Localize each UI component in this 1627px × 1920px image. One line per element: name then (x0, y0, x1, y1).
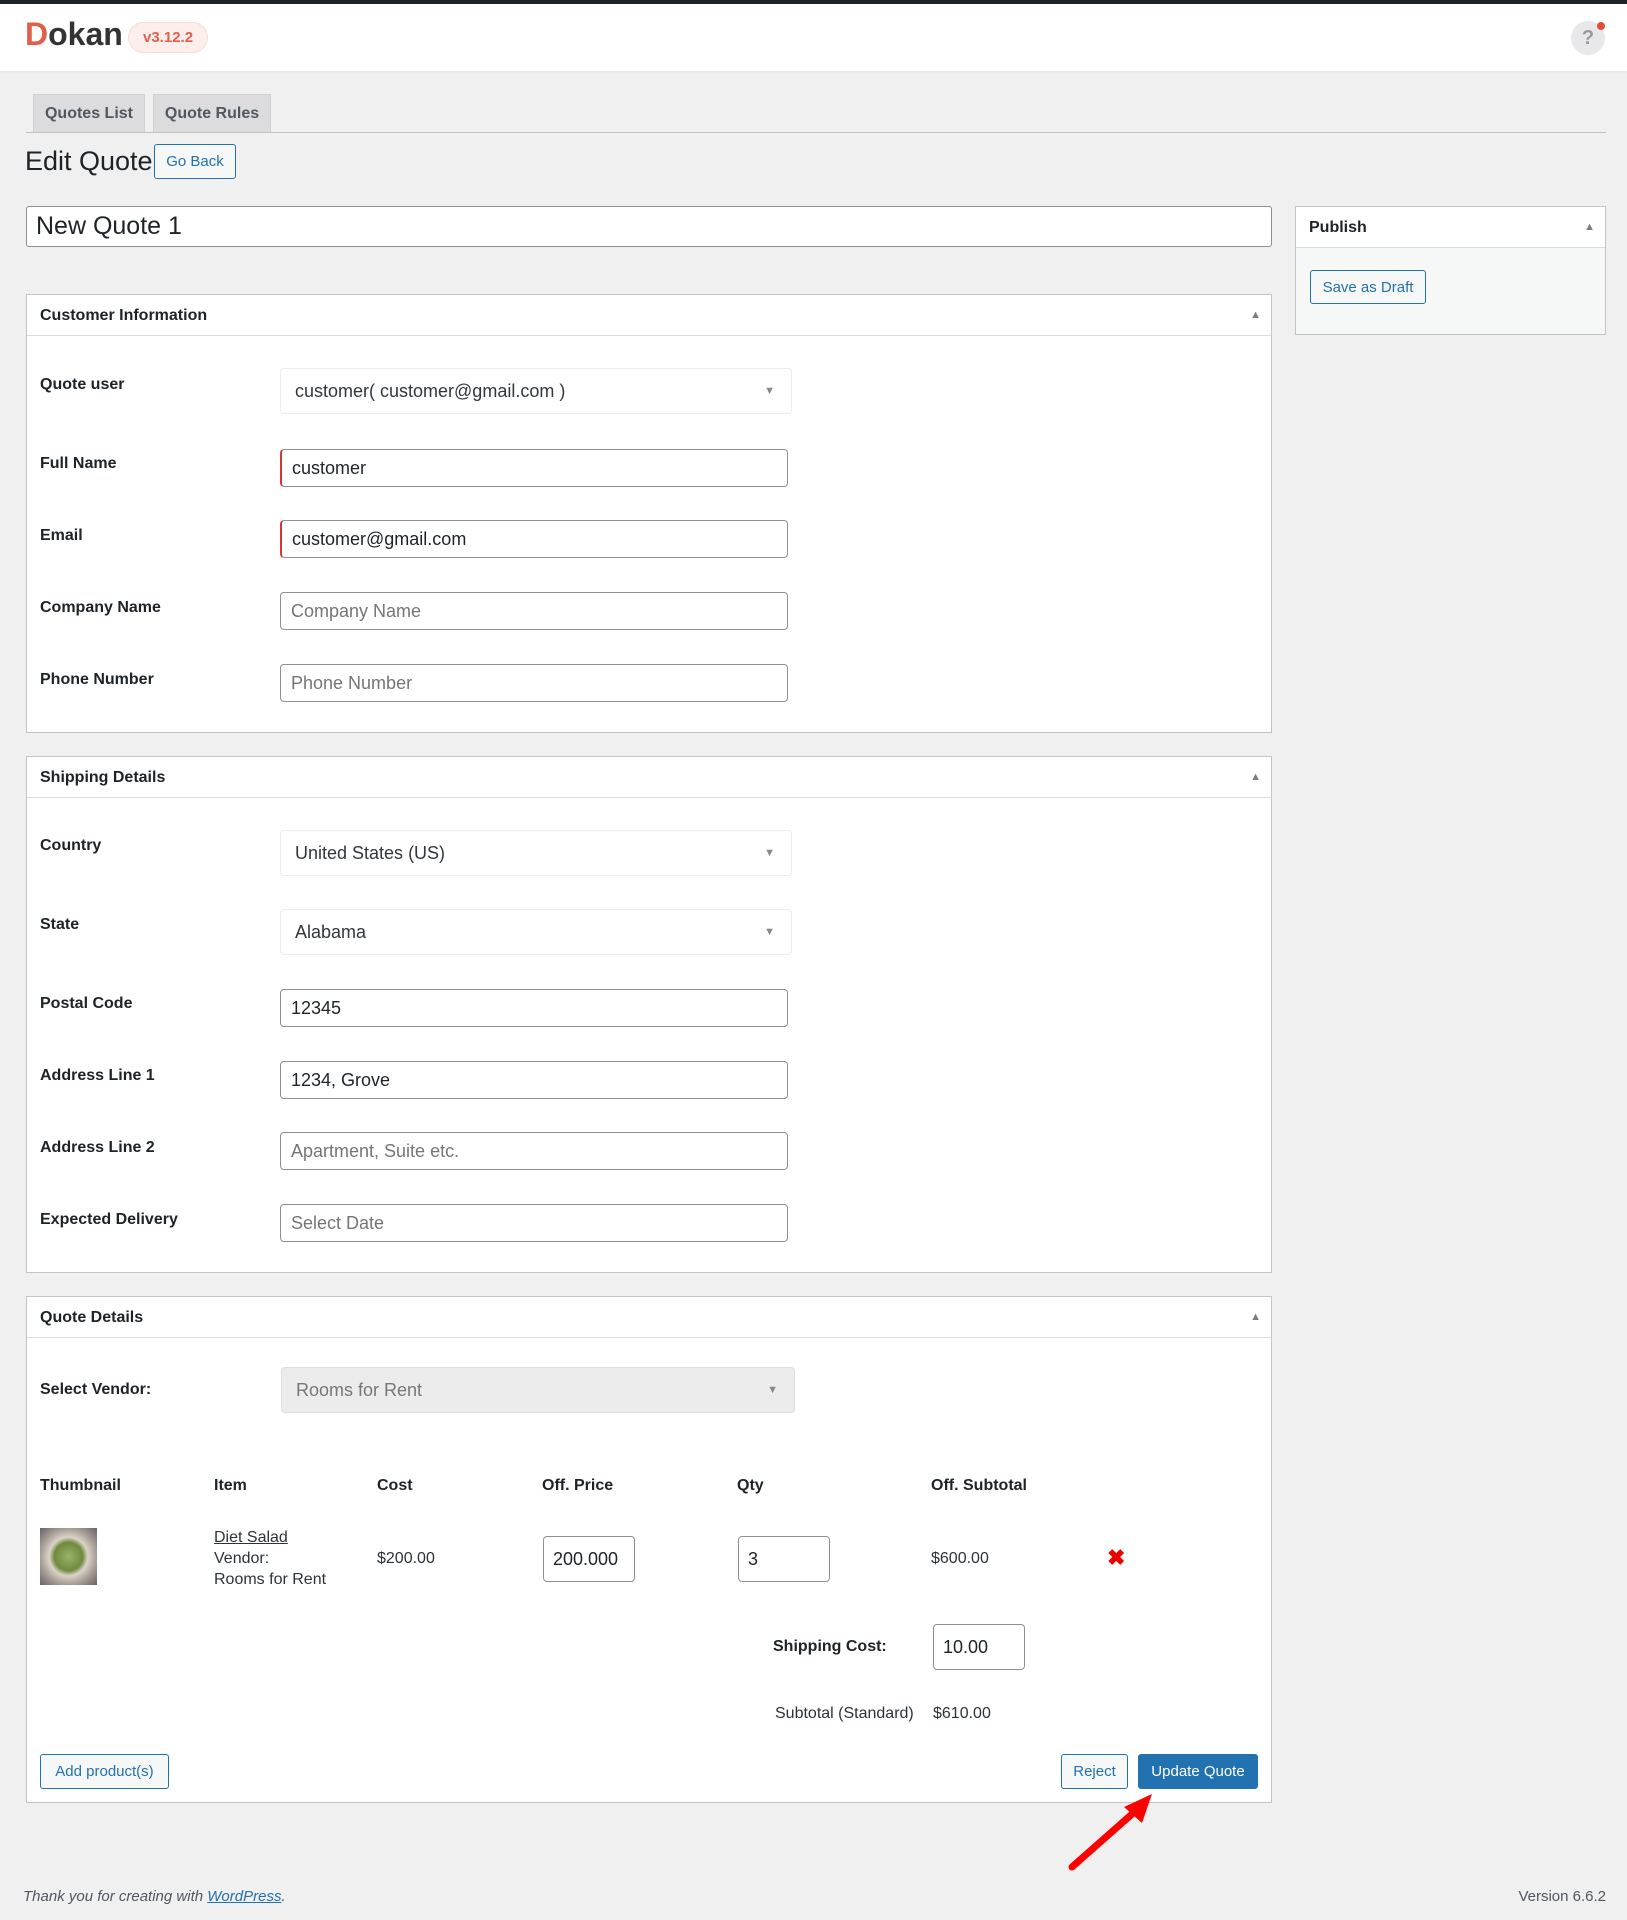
publish-header[interactable]: Publish ▲ (1296, 207, 1605, 248)
item-cost: $200.00 (377, 1550, 435, 1567)
country-label: Country (40, 837, 102, 854)
column-header-thumbnail: Thumbnail (40, 1477, 121, 1494)
go-back-button[interactable]: Go Back (154, 144, 236, 179)
item-off-subtotal: $600.00 (931, 1550, 989, 1567)
off-price-input[interactable]: 200.000 (543, 1536, 635, 1582)
product-link[interactable]: Diet Salad (214, 1529, 288, 1547)
qty-input[interactable]: 3 (738, 1536, 830, 1582)
reject-button[interactable]: Reject (1061, 1754, 1128, 1789)
dokan-header (0, 4, 1627, 71)
product-thumbnail[interactable] (40, 1528, 97, 1585)
footer-thanks: Thank you for creating with WordPress. (23, 1888, 286, 1905)
chevron-down-icon: ▼ (764, 926, 775, 938)
footer-text: Thank you for creating with (23, 1888, 208, 1905)
phone-number-input[interactable]: Phone Number (280, 664, 788, 702)
postal-code-input[interactable]: 12345 (280, 989, 788, 1027)
customer-information-header[interactable]: Customer Information ▲ (27, 295, 1271, 336)
customer-information-panel: Customer Information ▲ Quote user custome… (26, 294, 1272, 733)
vendor-select[interactable]: Rooms for Rent ▼ (281, 1367, 795, 1413)
phone-number-label: Phone Number (40, 671, 154, 688)
add-products-button[interactable]: Add product(s) (40, 1754, 169, 1789)
vendor-name: Rooms for Rent (214, 1571, 327, 1588)
shipping-cost-input[interactable]: 10.00 (933, 1624, 1025, 1670)
tab-divider (26, 132, 1606, 133)
state-label: State (40, 916, 80, 933)
full-name-label: Full Name (40, 455, 117, 472)
select-value: Rooms for Rent (296, 1380, 423, 1400)
collapse-arrow-icon[interactable]: ▲ (1250, 757, 1261, 797)
expected-delivery-input[interactable]: Select Date (280, 1204, 788, 1242)
notification-dot (1597, 22, 1605, 30)
shipping-cost-label: Shipping Cost: (773, 1638, 887, 1655)
collapse-arrow-icon[interactable]: ▲ (1250, 295, 1261, 335)
tab-quote-rules[interactable]: Quote Rules (153, 94, 271, 133)
quote-user-label: Quote user (40, 376, 125, 393)
company-name-label: Company Name (40, 599, 161, 616)
quote-details-panel: Quote Details ▲ Select Vendor: Rooms for … (26, 1296, 1272, 1803)
shipping-details-panel: Shipping Details ▲ Country United States … (26, 756, 1272, 1273)
panel-title: Quote Details (40, 1309, 144, 1326)
panel-title: Customer Information (40, 307, 208, 324)
column-header-cost: Cost (377, 1477, 413, 1494)
footer-version: Version 6.6.2 (1518, 1888, 1606, 1905)
quote-details-header[interactable]: Quote Details ▲ (27, 1297, 1271, 1338)
chevron-down-icon: ▼ (764, 847, 775, 859)
collapse-arrow-icon[interactable]: ▲ (1250, 1297, 1261, 1337)
address-line-1-label: Address Line 1 (40, 1067, 155, 1084)
save-draft-button[interactable]: Save as Draft (1310, 270, 1426, 304)
tab-quotes-list[interactable]: Quotes List (33, 94, 145, 133)
address-line-2-input[interactable]: Apartment, Suite etc. (280, 1132, 788, 1170)
quote-title-input[interactable]: New Quote 1 (26, 206, 1272, 247)
publish-title: Publish (1309, 219, 1367, 236)
update-quote-button[interactable]: Update Quote (1138, 1754, 1258, 1789)
publish-panel: Publish ▲ Save as Draft (1295, 206, 1606, 335)
wordpress-link[interactable]: WordPress (207, 1888, 281, 1905)
annotation-arrow (1068, 1794, 1152, 1871)
postal-code-label: Postal Code (40, 995, 133, 1012)
chevron-down-icon: ▼ (764, 385, 775, 397)
collapse-arrow-icon[interactable]: ▲ (1584, 207, 1595, 247)
dokan-logo: Dokan (25, 16, 123, 52)
select-value: United States (US) (295, 843, 446, 863)
subtotal-label: Subtotal (Standard) (775, 1705, 914, 1722)
email-label: Email (40, 527, 83, 544)
full-name-input[interactable]: customer (280, 449, 788, 487)
state-select[interactable]: Alabama ▼ (280, 909, 792, 955)
quote-user-select[interactable]: customer( customer@gmail.com ) ▼ (280, 368, 792, 414)
page-title: Edit Quote (25, 146, 153, 176)
column-header-item: Item (214, 1477, 247, 1494)
vendor-label: Vendor: (214, 1550, 270, 1567)
select-value: Alabama (295, 922, 367, 942)
address-line-2-label: Address Line 2 (40, 1139, 155, 1156)
column-header-off-subtotal: Off. Subtotal (931, 1477, 1027, 1494)
column-header-qty: Qty (737, 1477, 764, 1494)
chevron-down-icon: ▼ (767, 1384, 778, 1396)
panel-title: Shipping Details (40, 769, 166, 786)
select-vendor-label: Select Vendor: (40, 1381, 152, 1398)
company-name-input[interactable]: Company Name (280, 592, 788, 630)
footer-period: . (281, 1888, 286, 1905)
column-header-off-price: Off. Price (542, 1477, 614, 1494)
country-select[interactable]: United States (US) ▼ (280, 830, 792, 876)
email-input[interactable]: customer@gmail.com (280, 520, 788, 558)
version-badge: v3.12.2 (128, 22, 209, 53)
select-value: customer( customer@gmail.com ) (295, 381, 566, 401)
shipping-details-header[interactable]: Shipping Details ▲ (27, 757, 1271, 798)
address-line-1-input[interactable]: 1234, Grove (280, 1061, 788, 1099)
remove-item-icon[interactable]: ✖ (1107, 1545, 1125, 1571)
subtotal-value: $610.00 (933, 1705, 991, 1722)
expected-delivery-label: Expected Delivery (40, 1211, 178, 1228)
